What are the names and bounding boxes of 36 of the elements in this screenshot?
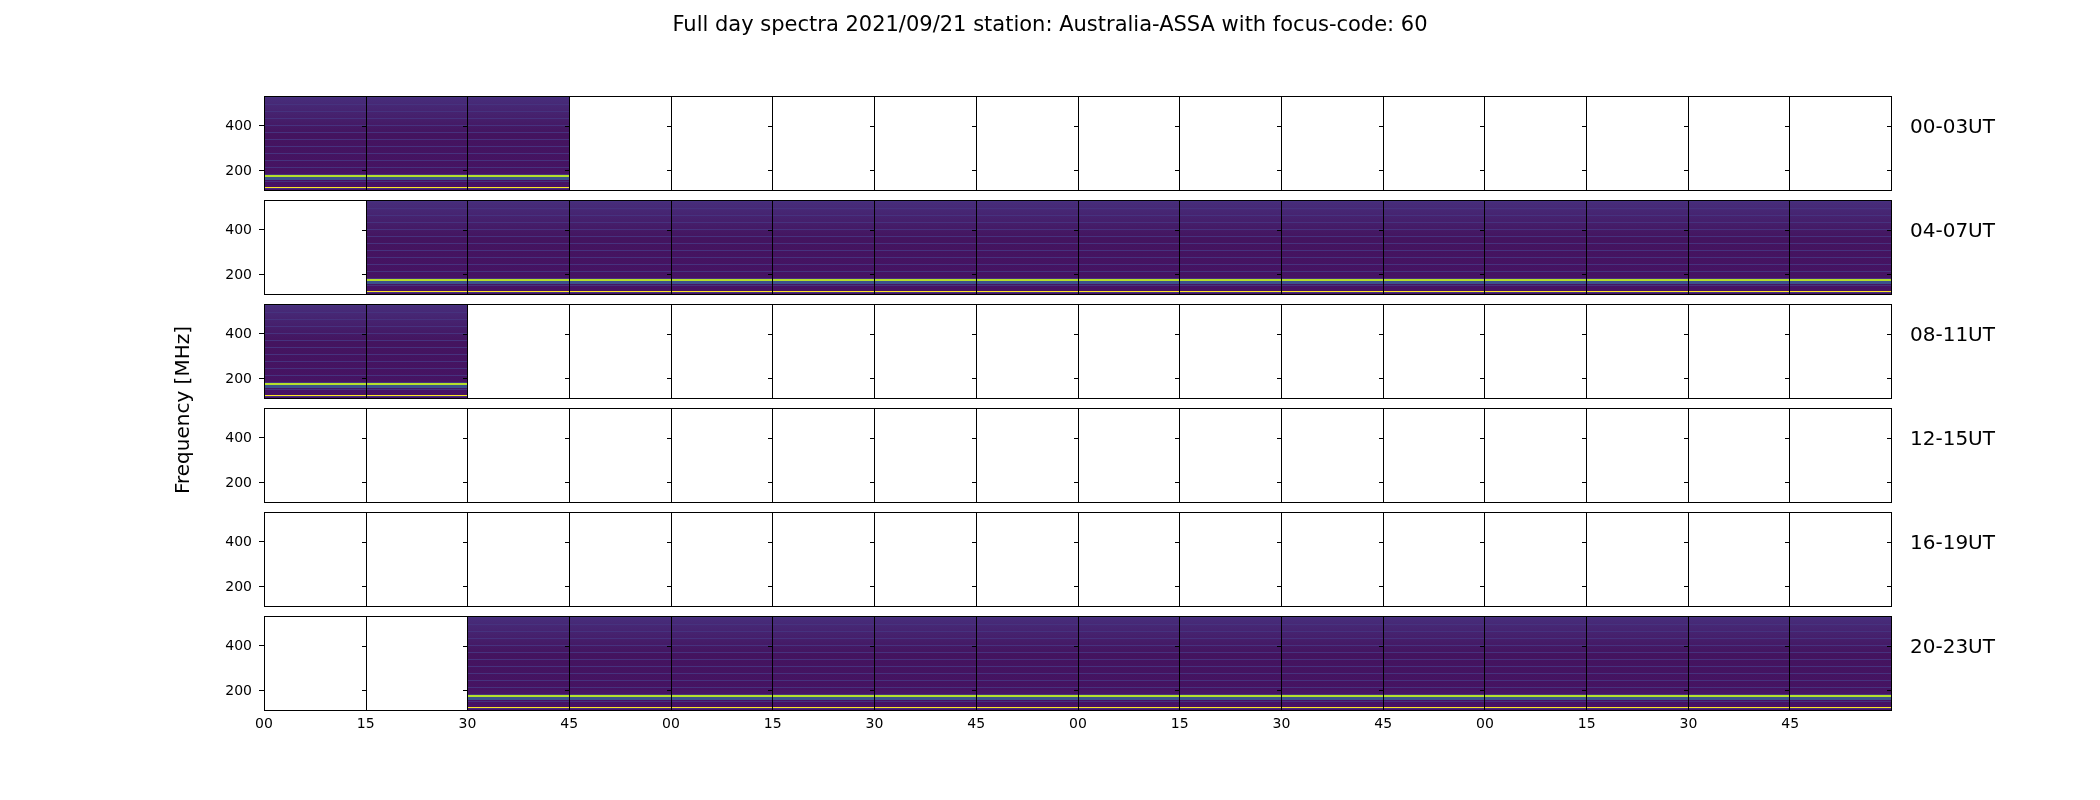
x-tick-label: 45 (967, 715, 986, 731)
y-tick-label: 400 (225, 325, 252, 341)
figure-title: Full day spectra 2021/09/21 station: Australia-ASSA with focus-code: 60 (671, 11, 1429, 38)
x-tick-label: 30 (1272, 715, 1291, 731)
x-tick-label: 30 (865, 715, 884, 731)
y-tick-label: 200 (225, 474, 252, 490)
y-tick-label: 200 (225, 370, 252, 386)
x-tick-label: 00 (1476, 715, 1494, 731)
x-tick-label: 45 (1781, 715, 1800, 731)
y-tick-label: 400 (225, 533, 252, 549)
x-tick-label: 15 (1577, 715, 1596, 731)
row-label: 16-19UT (1910, 529, 1995, 554)
row-label: 20-23UT (1910, 633, 1995, 658)
y-tick-label: 200 (225, 682, 252, 698)
row-label: 04-07UT (1910, 217, 1995, 242)
y-tick-label: 400 (225, 429, 252, 445)
y-tick-label: 400 (225, 221, 252, 237)
x-tick-label: 15 (763, 715, 782, 731)
row-label: 12-15UT (1910, 425, 1995, 450)
y-tick-label: 400 (225, 117, 252, 133)
row-label: 08-11UT (1910, 321, 1995, 346)
x-tick-label: 00 (1069, 715, 1087, 731)
y-axis-label: Frequency [MHz] (170, 326, 194, 495)
y-tick-label: 200 (225, 266, 252, 282)
x-tick-label: 00 (255, 715, 273, 731)
x-tick-label: 45 (560, 715, 579, 731)
x-tick-label: 30 (1679, 715, 1698, 731)
x-tick-label: 15 (356, 715, 375, 731)
row-label: 00-03UT (1910, 113, 1995, 138)
x-tick-label: 30 (458, 715, 477, 731)
x-tick-label: 45 (1374, 715, 1393, 731)
y-tick-label: 200 (225, 578, 252, 594)
x-tick-label: 00 (662, 715, 680, 731)
y-tick-label: 400 (225, 637, 252, 653)
y-tick-label: 200 (225, 162, 252, 178)
x-tick-label: 15 (1170, 715, 1189, 731)
